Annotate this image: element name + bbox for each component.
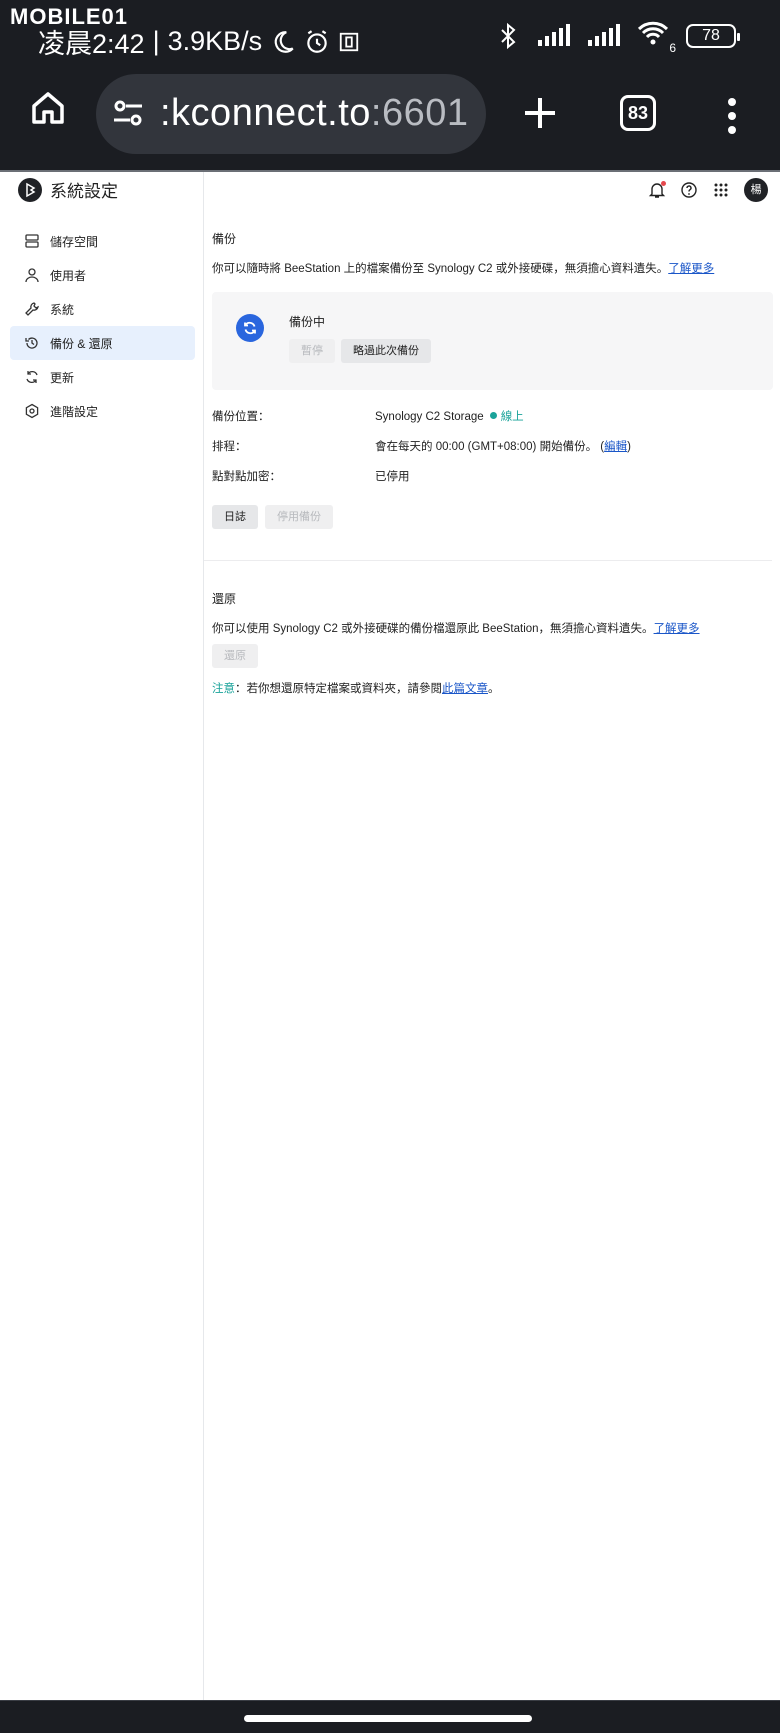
- app-title: 系統設定: [18, 177, 118, 202]
- wifi-sub-label: 6: [669, 41, 676, 55]
- backup-location-value: Synology C2 Storage 線上: [375, 408, 524, 424]
- beestation-logo-icon: [26, 182, 36, 197]
- help-icon[interactable]: [680, 181, 698, 199]
- new-tab-icon[interactable]: [515, 88, 565, 138]
- sidebar-item-advanced[interactable]: 進階設定: [10, 394, 195, 428]
- schedule-label: 排程：: [212, 441, 247, 453]
- online-status-text: 線上: [500, 411, 524, 423]
- backup-restore-icon: [25, 337, 38, 349]
- status-left: 凌晨2:42 | 3.9KB/s: [38, 22, 360, 61]
- system-navigation-bar: [0, 1700, 780, 1733]
- app-window: 系統設定 儲存空間 使用者 系統 備份 & 還原 更新 進階設定 楊 備份 你可…: [0, 170, 780, 1702]
- url-host: :kconnect.to: [160, 92, 371, 134]
- disable-backup-button[interactable]: 停用備份: [265, 505, 333, 529]
- backup-location-target: Synology C2 Storage: [375, 411, 484, 423]
- note-end: 。: [488, 683, 500, 695]
- backup-description-text: 你可以隨時將 BeeStation 上的檔案備份至 Synology C2 或外…: [212, 263, 669, 275]
- nfc-icon: [339, 32, 359, 51]
- sync-icon: [236, 314, 264, 342]
- user-icon: [25, 268, 39, 283]
- schedule-value: 會在每天的 00:00 (GMT+08:00) 開始備份。 (編輯): [375, 438, 631, 454]
- storage-icon: [25, 234, 39, 248]
- note-article-link[interactable]: 此篇文章: [442, 683, 488, 695]
- update-icon: [26, 370, 38, 384]
- restore-description-text: 你可以使用 Synology C2 或外接硬碟的備份檔還原此 BeeStatio…: [212, 623, 654, 635]
- apps-grid-icon[interactable]: [712, 181, 730, 199]
- sidebar: 系統設定 儲存空間 使用者 系統 備份 & 還原 更新 進階設定: [0, 172, 204, 1702]
- header-actions: 楊: [648, 178, 768, 202]
- advanced-settings-icon: [25, 403, 39, 419]
- overflow-menu-icon[interactable]: [722, 94, 742, 138]
- signal-icon-2: [588, 23, 620, 46]
- encryption-value: 已停用: [375, 471, 410, 483]
- app-title-text: 系統設定: [50, 182, 118, 201]
- wifi-icon: [637, 21, 669, 45]
- sidebar-item-label: 進階設定: [50, 404, 99, 419]
- moon-icon: [274, 30, 294, 53]
- status-separator: |: [152, 26, 160, 56]
- site-settings-icon[interactable]: [112, 98, 144, 128]
- sync-arrows-icon: [244, 321, 256, 335]
- schedule-edit-close: ): [627, 441, 631, 453]
- note-text: ：若你想還原特定檔案或資料夾，請參閱: [235, 683, 442, 695]
- backup-description: 你可以隨時將 BeeStation 上的檔案備份至 Synology C2 或外…: [212, 260, 714, 276]
- sidebar-item-label: 系統: [50, 302, 75, 317]
- url-text[interactable]: :kconnect.to:6601: [160, 92, 469, 135]
- notification-dot: [661, 181, 666, 186]
- schedule-text: 會在每天的 00:00 (GMT+08:00) 開始備份。: [375, 441, 598, 453]
- sidebar-item-label: 備份 & 還原: [50, 336, 113, 351]
- alarm-icon: [307, 29, 327, 53]
- signal-icon: [538, 23, 570, 46]
- sidebar-nav: 儲存空間 使用者 系統 備份 & 還原 更新 進階設定: [10, 224, 195, 428]
- sidebar-item-label: 使用者: [50, 268, 87, 283]
- status-speed: 3.9KB/s: [167, 26, 263, 56]
- wifi-wrap: 6: [636, 20, 676, 55]
- battery-indicator: 78: [686, 23, 740, 48]
- status-time: 凌晨2:42: [38, 29, 145, 59]
- sidebar-item-users[interactable]: 使用者: [10, 258, 195, 292]
- backup-status-text: 備份中: [289, 315, 326, 329]
- schedule-edit-link[interactable]: 編輯: [604, 441, 627, 453]
- restore-learn-more-link[interactable]: 了解更多: [654, 623, 700, 635]
- online-status-dot: [489, 412, 497, 419]
- avatar[interactable]: 楊: [744, 178, 768, 202]
- sidebar-item-label: 更新: [50, 370, 75, 385]
- wrench-icon: [25, 302, 39, 316]
- status-right: 6 78: [496, 20, 740, 55]
- home-icon[interactable]: [28, 88, 68, 128]
- sidebar-item-backup-restore[interactable]: 備份 & 還原: [10, 326, 195, 360]
- restore-note: 注意：若你想還原特定檔案或資料夾，請參閱此篇文章。: [212, 680, 500, 696]
- tab-switcher-button[interactable]: 83: [620, 95, 656, 131]
- note-label: 注意: [212, 683, 235, 695]
- skip-backup-button[interactable]: 略過此次備份: [341, 339, 431, 363]
- backup-section-title: 備份: [212, 232, 237, 246]
- log-button[interactable]: 日誌: [212, 505, 258, 529]
- restore-description: 你可以使用 Synology C2 或外接硬碟的備份檔還原此 BeeStatio…: [212, 620, 700, 636]
- section-divider: [204, 560, 772, 561]
- backup-location-label: 備份位置：: [212, 411, 270, 423]
- home-gesture-handle[interactable]: [244, 1715, 532, 1722]
- url-port: :6601: [370, 92, 469, 134]
- pause-button[interactable]: 暫停: [289, 339, 335, 363]
- app-logo: [18, 177, 42, 202]
- address-bar[interactable]: :kconnect.to:6601: [96, 74, 486, 154]
- encryption-label: 點對點加密：: [212, 471, 281, 483]
- status-bar: MOBILE01 凌晨2:42 | 3.9KB/s 6 78: [0, 0, 780, 74]
- backup-status-card: 備份中 暫停 略過此次備份: [212, 292, 773, 390]
- sidebar-item-system[interactable]: 系統: [10, 292, 195, 326]
- bluetooth-icon: [501, 22, 516, 49]
- browser-toolbar: :kconnect.to:6601 83: [0, 74, 780, 170]
- notifications-button[interactable]: [648, 181, 666, 199]
- restore-section-title: 還原: [212, 592, 237, 606]
- sidebar-item-storage[interactable]: 儲存空間: [10, 224, 195, 258]
- sidebar-item-update[interactable]: 更新: [10, 360, 195, 394]
- restore-button[interactable]: 還原: [212, 644, 258, 668]
- sidebar-item-label: 儲存空間: [50, 234, 99, 249]
- backup-learn-more-link[interactable]: 了解更多: [668, 263, 714, 275]
